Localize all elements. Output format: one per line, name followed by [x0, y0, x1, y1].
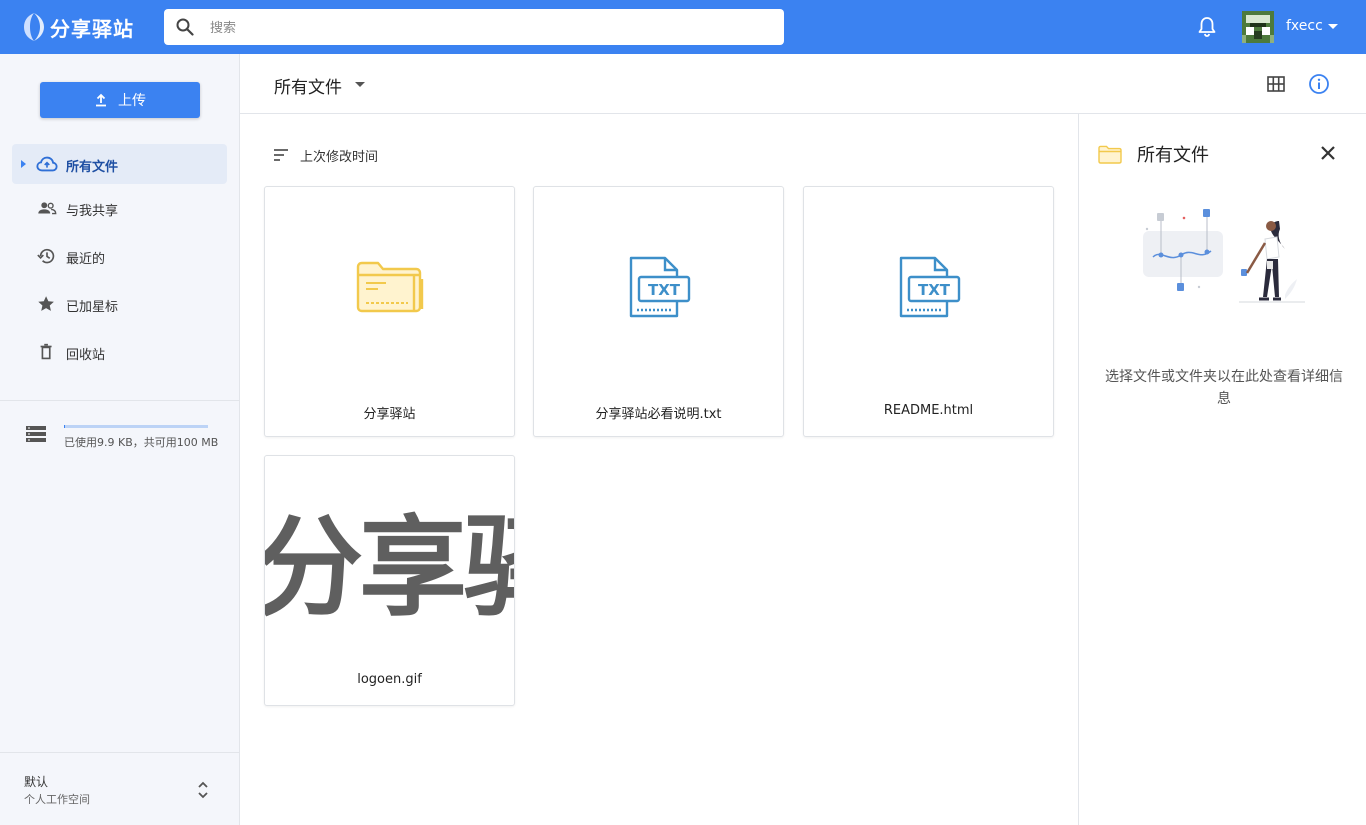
chevron-down-icon[interactable]	[355, 82, 365, 87]
unfold-icon[interactable]	[195, 778, 211, 802]
upload-button[interactable]: 上传	[40, 82, 200, 118]
logo-icon	[24, 13, 44, 41]
workspace-name[interactable]: 默认	[24, 773, 48, 790]
storage-usage-text: 已使用9.9 KB，共可用100 MB	[64, 436, 219, 449]
breadcrumb[interactable]: 所有文件	[274, 73, 342, 98]
people-icon	[38, 202, 57, 215]
empty-state-illustration	[1143, 209, 1305, 303]
history-icon	[37, 248, 55, 264]
brand-logo[interactable]: 分享驿站	[22, 11, 134, 43]
image-preview: 分享驿	[265, 456, 514, 656]
file-thumbnail: TXT	[804, 187, 1053, 387]
sidebar-item-label: 与我共享	[66, 204, 119, 219]
search-input[interactable]	[208, 9, 772, 47]
sidebar-item-trash[interactable]: 回收站	[12, 332, 227, 372]
file-name: 分享驿站必看说明.txt	[595, 407, 722, 422]
avatar[interactable]	[1242, 11, 1274, 43]
sort-icon[interactable]	[273, 148, 289, 162]
details-panel: 所有文件 选择文件或文件夹以在此处查看详细信息	[1078, 114, 1366, 825]
sidebar-item-label: 回收站	[66, 348, 106, 363]
grid-view-icon[interactable]	[1267, 75, 1285, 93]
file-card[interactable]: TXT README.html	[803, 186, 1054, 437]
search-icon	[176, 18, 194, 36]
file-thumbnail: TXT	[534, 187, 783, 387]
close-icon[interactable]	[1319, 144, 1337, 162]
star-icon	[38, 296, 54, 311]
file-thumbnail	[265, 187, 514, 387]
folder-icon	[356, 261, 423, 313]
sidebar-divider	[0, 752, 239, 753]
details-title: 所有文件	[1137, 145, 1209, 166]
search-box[interactable]	[164, 9, 784, 47]
txt-file-icon: TXT	[899, 256, 960, 318]
file-type-badge: TXT	[647, 281, 680, 299]
info-icon[interactable]	[1308, 73, 1330, 95]
file-name: README.html	[883, 403, 974, 418]
file-card[interactable]: TXT 分享驿站必看说明.txt	[533, 186, 784, 437]
brand-name: 分享驿站	[50, 16, 134, 41]
file-card[interactable]: 分享驿 logoen.gif	[264, 455, 515, 706]
sidebar-item-recent[interactable]: 最近的	[12, 236, 227, 276]
workspace-subtitle: 个人工作空间	[24, 793, 90, 806]
upload-icon	[96, 93, 106, 107]
image-preview-text: 分享驿	[265, 506, 514, 631]
trash-icon	[40, 343, 52, 360]
file-type-badge: TXT	[917, 281, 950, 299]
sidebar: 上传 所有文件 与我共享 最近的 已加星标 回收站 已使用9.9 KB，共可用1…	[0, 54, 240, 825]
file-name: logoen.gif	[357, 672, 422, 687]
file-card[interactable]: 分享驿站	[264, 186, 515, 437]
details-empty-hint: 选择文件或文件夹以在此处查看详细信息	[1105, 369, 1343, 407]
notification-bell-icon[interactable]	[1197, 16, 1217, 38]
sidebar-item-starred[interactable]: 已加星标	[12, 284, 227, 324]
chevron-down-icon[interactable]	[1328, 24, 1338, 29]
file-toolbar: 所有文件	[240, 54, 1366, 114]
top-app-bar: 分享驿站 fxecc	[0, 0, 1366, 54]
sort-label[interactable]: 上次修改时间	[300, 146, 378, 165]
sidebar-item-shared-with-me[interactable]: 与我共享	[12, 188, 227, 228]
folder-icon	[1098, 145, 1122, 164]
sidebar-item-label: 最近的	[66, 252, 106, 267]
cloud-icon	[36, 156, 58, 172]
sidebar-item-all-files[interactable]: 所有文件	[12, 144, 227, 184]
file-name: 分享驿站	[363, 407, 416, 422]
txt-file-icon: TXT	[629, 256, 690, 318]
storage-progress-bar	[64, 425, 208, 428]
storage-progress-fill	[64, 425, 65, 428]
file-area: 上次修改时间 分享驿站 TXT 分享驿站必看说明.txt TXT README.…	[240, 114, 1078, 825]
username[interactable]: fxecc	[1286, 18, 1323, 34]
sidebar-item-label: 所有文件	[66, 160, 119, 175]
storage-icon	[26, 426, 46, 442]
upload-label: 上传	[118, 93, 146, 109]
expand-arrow-icon[interactable]	[21, 160, 26, 168]
sidebar-item-label: 已加星标	[66, 300, 119, 315]
sidebar-divider	[0, 400, 239, 401]
